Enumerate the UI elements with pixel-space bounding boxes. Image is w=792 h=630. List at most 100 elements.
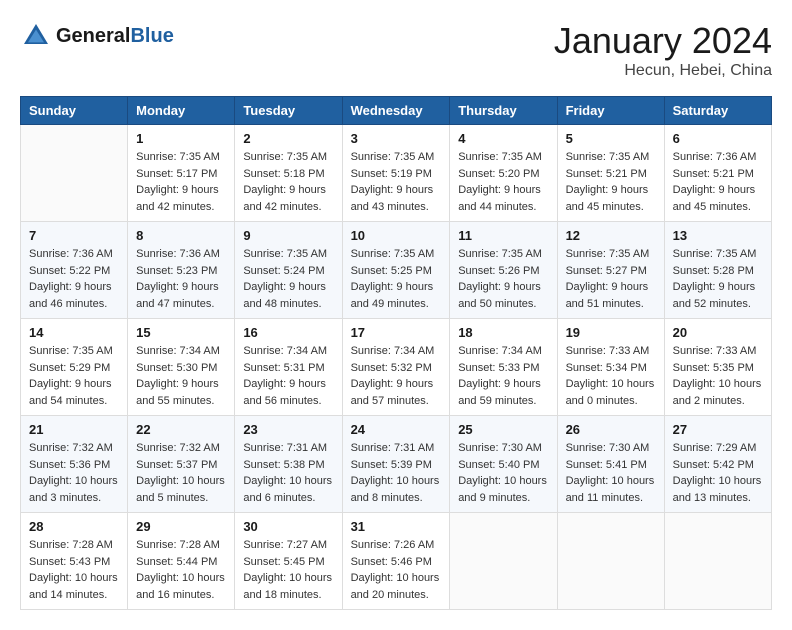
calendar-cell: 14 Sunrise: 7:35 AMSunset: 5:29 PMDayligh… (21, 319, 128, 416)
day-info: Sunrise: 7:34 AMSunset: 5:33 PMDaylight:… (458, 343, 548, 409)
day-number: 31 (351, 519, 442, 534)
calendar-cell: 6 Sunrise: 7:36 AMSunset: 5:21 PMDaylight… (664, 125, 771, 222)
day-info: Sunrise: 7:29 AMSunset: 5:42 PMDaylight:… (673, 440, 763, 506)
weekday-header: Thursday (450, 97, 557, 125)
day-number: 19 (566, 325, 656, 340)
calendar-cell: 31 Sunrise: 7:26 AMSunset: 5:46 PMDayligh… (342, 513, 450, 610)
calendar-cell: 4 Sunrise: 7:35 AMSunset: 5:20 PMDaylight… (450, 125, 557, 222)
day-info: Sunrise: 7:35 AMSunset: 5:17 PMDaylight:… (136, 149, 226, 215)
day-number: 6 (673, 131, 763, 146)
day-number: 17 (351, 325, 442, 340)
day-number: 18 (458, 325, 548, 340)
logo-general: General (56, 25, 130, 47)
day-number: 29 (136, 519, 226, 534)
calendar-cell: 29Sunrise: 7:28 AMSunset: 5:44 PMDayligh… (128, 513, 235, 610)
day-number: 20 (673, 325, 763, 340)
day-info: Sunrise: 7:32 AMSunset: 5:37 PMDaylight:… (136, 440, 226, 506)
calendar-cell: 28Sunrise: 7:28 AMSunset: 5:43 PMDayligh… (21, 513, 128, 610)
calendar-week-row: 21Sunrise: 7:32 AMSunset: 5:36 PMDayligh… (21, 416, 772, 513)
calendar-cell: 26 Sunrise: 7:30 AMSunset: 5:41 PMDayligh… (557, 416, 664, 513)
calendar-cell: 5 Sunrise: 7:35 AMSunset: 5:21 PMDaylight… (557, 125, 664, 222)
day-number: 10 (351, 228, 442, 243)
day-number: 30 (243, 519, 333, 534)
day-number: 13 (673, 228, 763, 243)
day-number: 2 (243, 131, 333, 146)
calendar-cell (664, 513, 771, 610)
location: Hecun, Hebei, China (554, 62, 772, 80)
calendar-cell: 7 Sunrise: 7:36 AMSunset: 5:22 PMDaylight… (21, 222, 128, 319)
day-info: Sunrise: 7:33 AMSunset: 5:34 PMDaylight:… (566, 343, 656, 409)
title-block: January 2024 Hecun, Hebei, China (554, 20, 772, 80)
weekday-header: Sunday (21, 97, 128, 125)
day-number: 26 (566, 422, 656, 437)
calendar-cell: 1 Sunrise: 7:35 AMSunset: 5:17 PMDaylight… (128, 125, 235, 222)
calendar-cell: 9 Sunrise: 7:35 AMSunset: 5:24 PMDaylight… (235, 222, 342, 319)
calendar-week-row: 14 Sunrise: 7:35 AMSunset: 5:29 PMDayligh… (21, 319, 772, 416)
calendar-cell: 8Sunrise: 7:36 AMSunset: 5:23 PMDaylight… (128, 222, 235, 319)
calendar-cell: 10Sunrise: 7:35 AMSunset: 5:25 PMDayligh… (342, 222, 450, 319)
day-number: 22 (136, 422, 226, 437)
calendar-cell: 20 Sunrise: 7:33 AMSunset: 5:35 PMDayligh… (664, 319, 771, 416)
day-number: 15 (136, 325, 226, 340)
day-number: 1 (136, 131, 226, 146)
day-number: 7 (29, 228, 119, 243)
calendar-cell (21, 125, 128, 222)
day-info: Sunrise: 7:30 AMSunset: 5:41 PMDaylight:… (566, 440, 656, 506)
calendar-cell (450, 513, 557, 610)
day-number: 16 (243, 325, 333, 340)
day-number: 9 (243, 228, 333, 243)
logo-blue: Blue (130, 25, 173, 47)
day-info: Sunrise: 7:26 AMSunset: 5:46 PMDaylight:… (351, 537, 442, 603)
weekday-header: Wednesday (342, 97, 450, 125)
day-number: 24 (351, 422, 442, 437)
calendar-cell: 12Sunrise: 7:35 AMSunset: 5:27 PMDayligh… (557, 222, 664, 319)
day-info: Sunrise: 7:36 AMSunset: 5:22 PMDaylight:… (29, 246, 119, 312)
day-info: Sunrise: 7:35 AMSunset: 5:19 PMDaylight:… (351, 149, 442, 215)
day-number: 14 (29, 325, 119, 340)
logo-icon (20, 20, 52, 52)
day-number: 8 (136, 228, 226, 243)
calendar-cell: 30 Sunrise: 7:27 AMSunset: 5:45 PMDayligh… (235, 513, 342, 610)
calendar-cell: 27 Sunrise: 7:29 AMSunset: 5:42 PMDayligh… (664, 416, 771, 513)
day-number: 11 (458, 228, 548, 243)
calendar-cell: 24Sunrise: 7:31 AMSunset: 5:39 PMDayligh… (342, 416, 450, 513)
day-number: 3 (351, 131, 442, 146)
calendar-cell: 3 Sunrise: 7:35 AMSunset: 5:19 PMDaylight… (342, 125, 450, 222)
calendar-cell: 19 Sunrise: 7:33 AMSunset: 5:34 PMDayligh… (557, 319, 664, 416)
day-number: 25 (458, 422, 548, 437)
day-info: Sunrise: 7:35 AMSunset: 5:20 PMDaylight:… (458, 149, 548, 215)
calendar-week-row: 28Sunrise: 7:28 AMSunset: 5:43 PMDayligh… (21, 513, 772, 610)
calendar-week-row: 1 Sunrise: 7:35 AMSunset: 5:17 PMDaylight… (21, 125, 772, 222)
calendar-cell: 23Sunrise: 7:31 AMSunset: 5:38 PMDayligh… (235, 416, 342, 513)
day-info: Sunrise: 7:34 AMSunset: 5:31 PMDaylight:… (243, 343, 333, 409)
weekday-header: Monday (128, 97, 235, 125)
day-info: Sunrise: 7:35 AMSunset: 5:28 PMDaylight:… (673, 246, 763, 312)
day-info: Sunrise: 7:35 AMSunset: 5:24 PMDaylight:… (243, 246, 333, 312)
month-title: January 2024 (554, 20, 772, 62)
day-number: 5 (566, 131, 656, 146)
calendar-header-row: SundayMondayTuesdayWednesdayThursdayFrid… (21, 97, 772, 125)
day-info: Sunrise: 7:35 AMSunset: 5:29 PMDaylight:… (29, 343, 119, 409)
weekday-header: Tuesday (235, 97, 342, 125)
day-info: Sunrise: 7:34 AMSunset: 5:32 PMDaylight:… (351, 343, 442, 409)
day-info: Sunrise: 7:35 AMSunset: 5:18 PMDaylight:… (243, 149, 333, 215)
calendar-cell: 13 Sunrise: 7:35 AMSunset: 5:28 PMDayligh… (664, 222, 771, 319)
day-info: Sunrise: 7:36 AMSunset: 5:21 PMDaylight:… (673, 149, 763, 215)
day-info: Sunrise: 7:27 AMSunset: 5:45 PMDaylight:… (243, 537, 333, 603)
calendar-cell: 22 Sunrise: 7:32 AMSunset: 5:37 PMDayligh… (128, 416, 235, 513)
day-number: 28 (29, 519, 119, 534)
calendar-cell: 25Sunrise: 7:30 AMSunset: 5:40 PMDayligh… (450, 416, 557, 513)
calendar-cell: 21Sunrise: 7:32 AMSunset: 5:36 PMDayligh… (21, 416, 128, 513)
calendar-cell: 17 Sunrise: 7:34 AMSunset: 5:32 PMDayligh… (342, 319, 450, 416)
day-number: 27 (673, 422, 763, 437)
day-number: 21 (29, 422, 119, 437)
calendar-cell (557, 513, 664, 610)
day-info: Sunrise: 7:35 AMSunset: 5:27 PMDaylight:… (566, 246, 656, 312)
logo: GeneralBlue (20, 20, 174, 52)
calendar-cell: 16 Sunrise: 7:34 AMSunset: 5:31 PMDayligh… (235, 319, 342, 416)
day-info: Sunrise: 7:35 AMSunset: 5:21 PMDaylight:… (566, 149, 656, 215)
weekday-header: Friday (557, 97, 664, 125)
day-info: Sunrise: 7:35 AMSunset: 5:26 PMDaylight:… (458, 246, 548, 312)
day-number: 4 (458, 131, 548, 146)
day-info: Sunrise: 7:33 AMSunset: 5:35 PMDaylight:… (673, 343, 763, 409)
